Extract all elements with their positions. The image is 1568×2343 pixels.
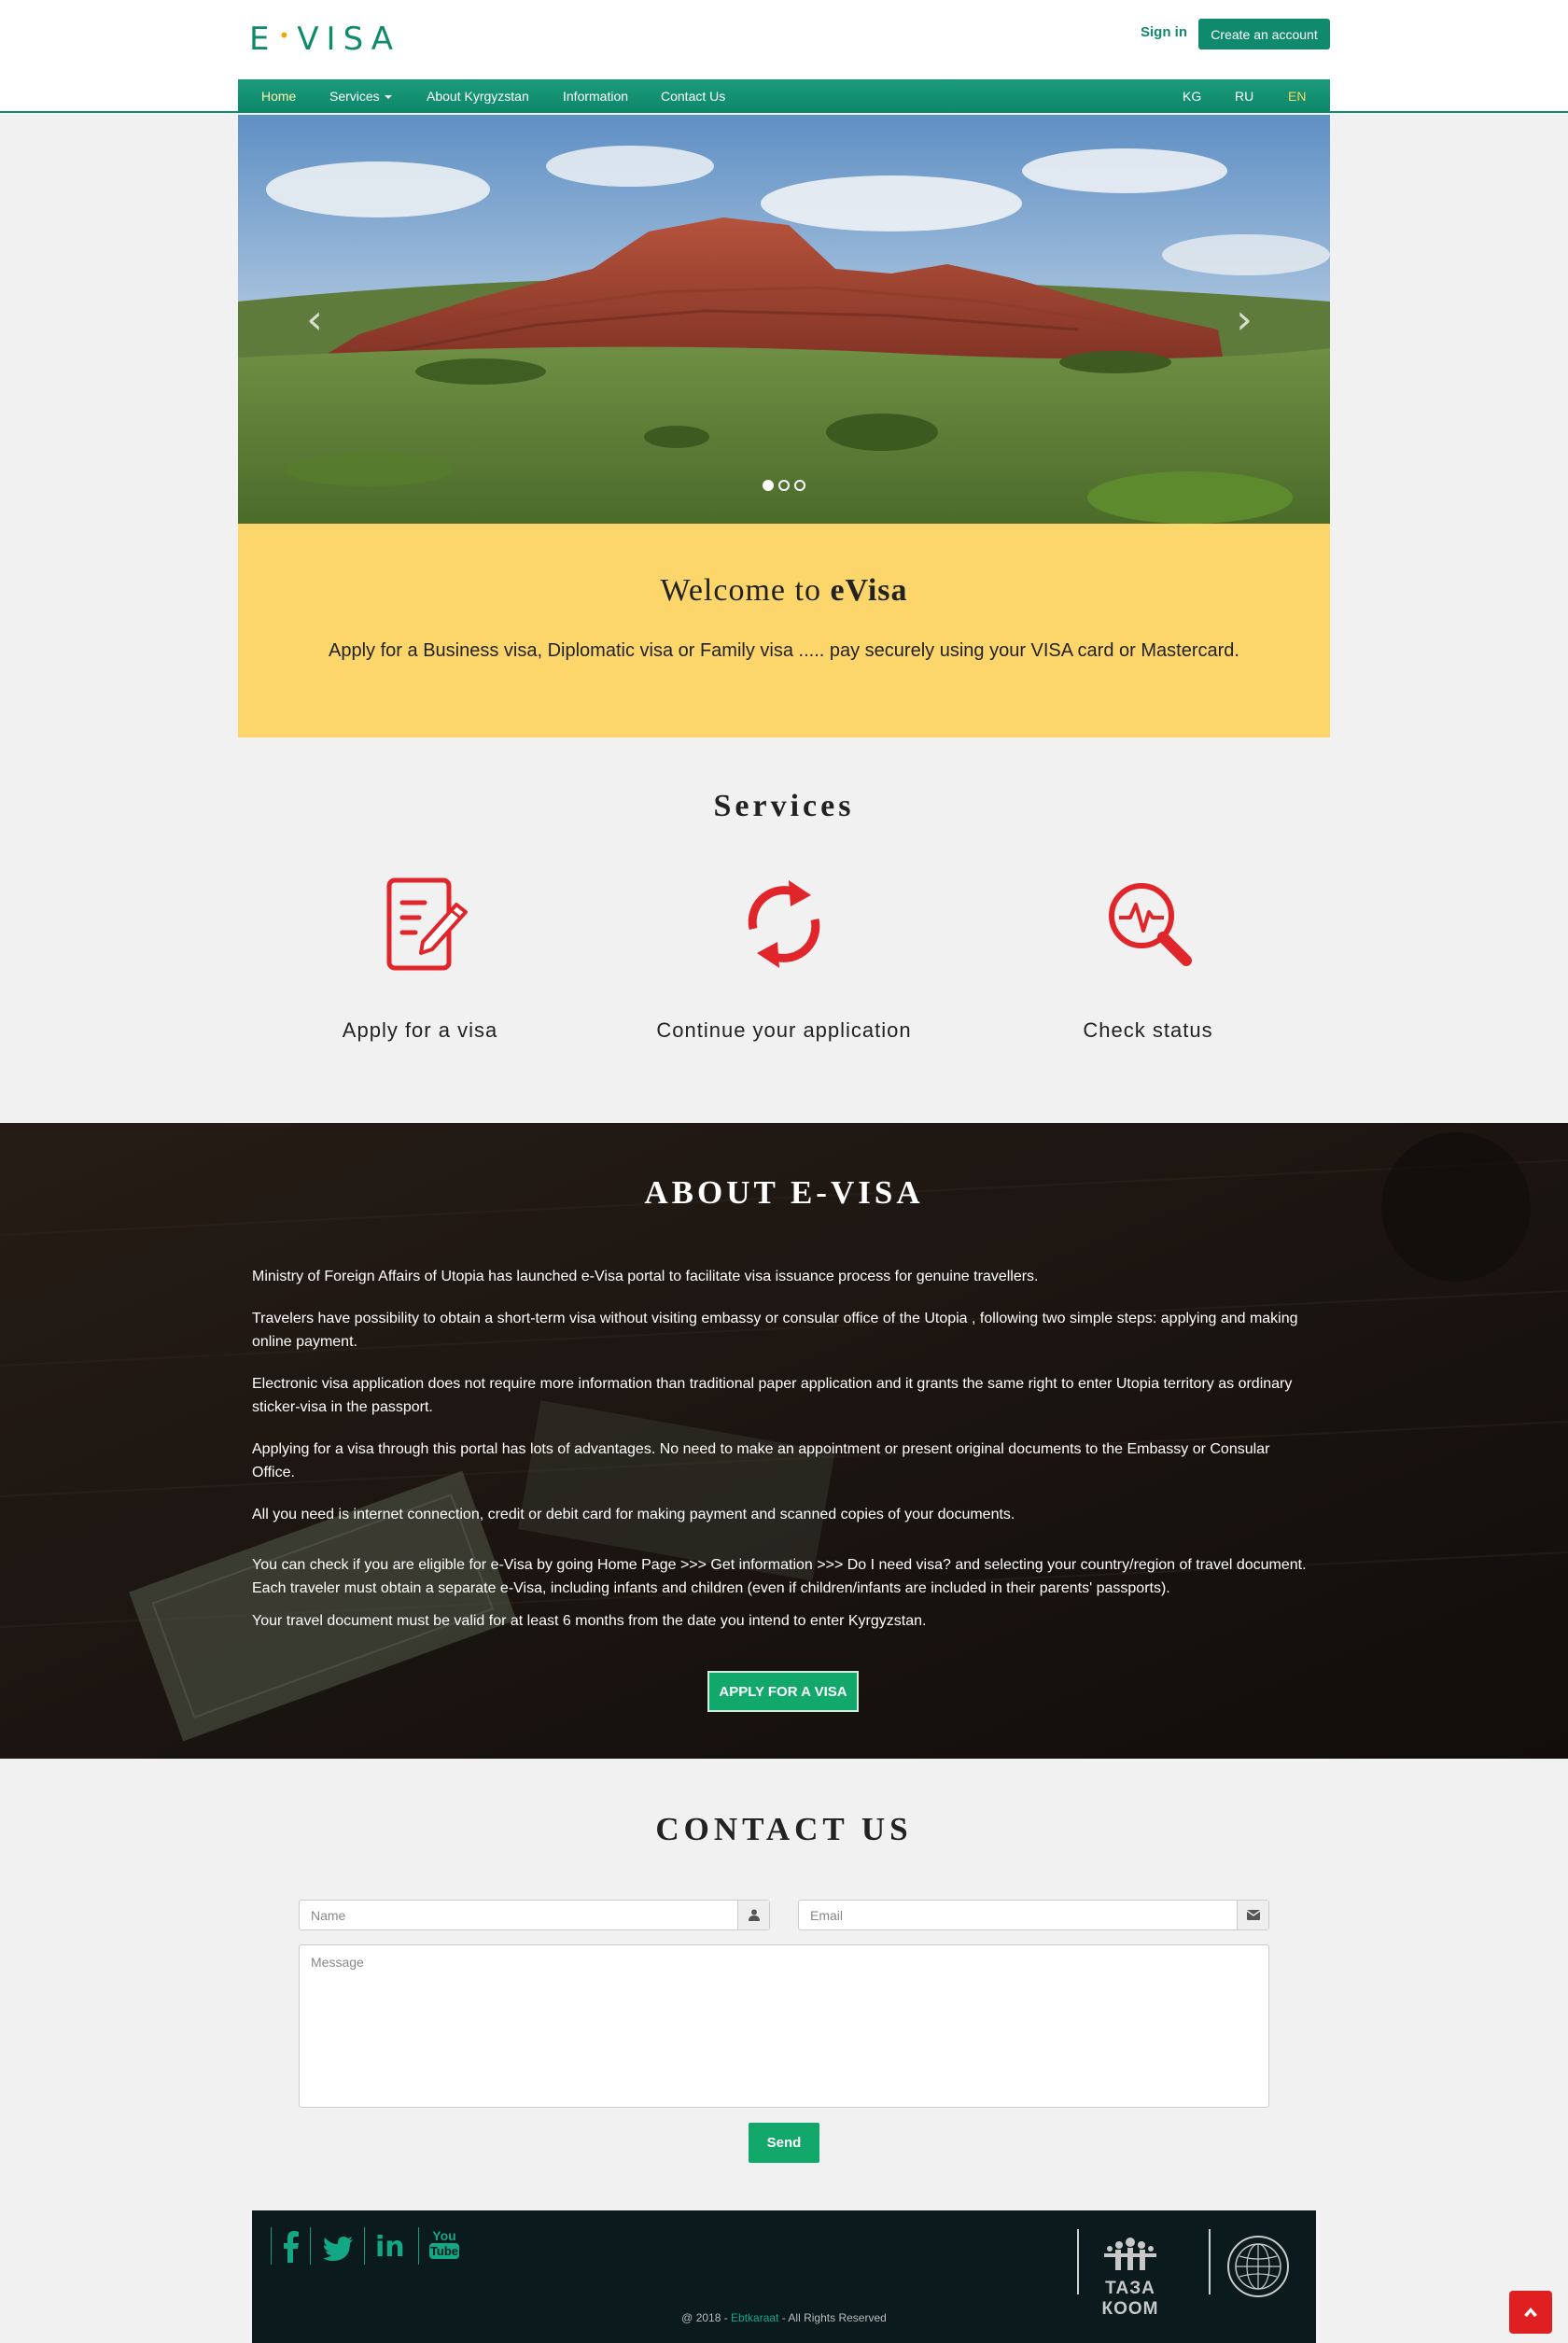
nav-services[interactable]: Services bbox=[329, 89, 392, 104]
copyright-text: @ 2018 - Ebtkaraat - All Rights Reserved bbox=[681, 2311, 887, 2324]
message-textarea[interactable] bbox=[300, 1945, 1268, 2107]
carousel-dot-2[interactable] bbox=[778, 480, 790, 491]
nav-information[interactable]: Information bbox=[563, 89, 628, 104]
sign-in-link[interactable]: Sign in bbox=[1141, 24, 1187, 40]
site-footer: in You Tube ТАЗА КООМ @ 2018 - Ebtkaraat… bbox=[252, 2210, 1316, 2343]
email-field bbox=[798, 1900, 1269, 1930]
lang-kg[interactable]: KG bbox=[1183, 89, 1201, 104]
contact-title: CONTACT US bbox=[655, 1811, 913, 1847]
carousel-indicators bbox=[763, 480, 805, 491]
evisa-logo[interactable]: E •VISA bbox=[249, 21, 400, 58]
send-button[interactable]: Send bbox=[749, 2123, 819, 2163]
service-label: Continue your application bbox=[656, 1018, 912, 1042]
hero-landscape-image bbox=[238, 115, 1330, 524]
about-section: ABOUT E-VISA Ministry of Foreign Affairs… bbox=[0, 1123, 1568, 1759]
about-paragraph: Electronic visa application does not req… bbox=[252, 1376, 1293, 1415]
about-paragraph: Ministry of Foreign Affairs of Utopia ha… bbox=[252, 1269, 1039, 1284]
welcome-text: Apply for a Business visa, Diplomatic vi… bbox=[329, 640, 1239, 661]
youtube-icon-top: You bbox=[432, 2228, 456, 2243]
email-input[interactable] bbox=[799, 1901, 1268, 1929]
name-input[interactable] bbox=[300, 1901, 769, 1929]
service-label: Apply for a visa bbox=[342, 1018, 498, 1042]
nav-home[interactable]: Home bbox=[261, 89, 296, 104]
social-divider bbox=[364, 2227, 365, 2265]
caret-down-icon bbox=[384, 95, 392, 100]
about-paragraph: Applying for a visa through this portal … bbox=[252, 1441, 1270, 1480]
carousel-next-icon[interactable]: › bbox=[1225, 300, 1263, 341]
about-paragraph: You can check if you are eligible for e-… bbox=[252, 1557, 1307, 1596]
name-field bbox=[299, 1900, 770, 1930]
message-field bbox=[299, 1944, 1269, 2108]
nav-contact-us[interactable]: Contact Us bbox=[661, 89, 725, 104]
chevron-up-icon bbox=[1524, 2308, 1537, 2317]
taza-koom-logo[interactable]: ТАЗА КООМ bbox=[1085, 2237, 1176, 2319]
service-check-status[interactable]: Check status bbox=[1008, 873, 1288, 1043]
copyright-link[interactable]: Ebtkaraat bbox=[731, 2311, 778, 2324]
document-edit-icon bbox=[386, 877, 468, 971]
user-icon bbox=[737, 1901, 769, 1929]
facebook-icon[interactable] bbox=[284, 2231, 299, 2263]
search-pulse-icon bbox=[1109, 883, 1192, 966]
create-account-button[interactable]: Create an account bbox=[1198, 19, 1330, 49]
nav-services-label: Services bbox=[329, 89, 380, 104]
social-divider bbox=[418, 2227, 419, 2265]
main-navbar: Home Services About Kyrgyzstan Informati… bbox=[238, 79, 1330, 113]
youtube-icon[interactable]: You Tube bbox=[429, 2229, 459, 2259]
welcome-title: Welcome to eVisa bbox=[660, 573, 908, 608]
about-paragraph: Travelers have possibility to obtain a s… bbox=[252, 1311, 1298, 1350]
service-label: Check status bbox=[1083, 1018, 1213, 1042]
hero-carousel[interactable]: ‹ › bbox=[238, 115, 1330, 524]
lang-ru[interactable]: RU bbox=[1235, 89, 1253, 104]
nav-about-kyrgyzstan[interactable]: About Kyrgyzstan bbox=[427, 89, 529, 104]
carousel-prev-icon[interactable]: ‹ bbox=[296, 300, 333, 341]
taza-koom-emblem-icon bbox=[1104, 2238, 1156, 2270]
about-title: ABOUT E-VISA bbox=[644, 1174, 924, 1211]
welcome-banner: Welcome to eVisa Apply for a Business vi… bbox=[238, 524, 1330, 737]
twitter-icon[interactable] bbox=[323, 2237, 353, 2261]
envelope-icon bbox=[1237, 1901, 1268, 1929]
services-title: Services bbox=[713, 789, 855, 823]
carousel-dot-1[interactable] bbox=[763, 480, 774, 491]
about-paragraph: All you need is internet connection, cre… bbox=[252, 1507, 1015, 1522]
social-divider bbox=[271, 2227, 272, 2265]
refresh-icon bbox=[748, 880, 820, 968]
about-paragraph: Your travel document must be valid for a… bbox=[252, 1613, 927, 1629]
service-apply-visa[interactable]: Apply for a visa bbox=[280, 873, 560, 1043]
government-seal-icon bbox=[1227, 2236, 1289, 2297]
service-continue-application[interactable]: Continue your application bbox=[644, 873, 924, 1043]
back-to-top-button[interactable] bbox=[1509, 2291, 1552, 2334]
youtube-icon-bottom: Tube bbox=[429, 2243, 459, 2259]
social-divider bbox=[310, 2227, 311, 2265]
lang-en[interactable]: EN bbox=[1288, 89, 1306, 104]
linkedin-icon[interactable]: in bbox=[375, 2231, 405, 2264]
footer-divider bbox=[1209, 2229, 1211, 2294]
apply-for-visa-button[interactable]: APPLY FOR A VISA bbox=[707, 1671, 859, 1712]
footer-divider bbox=[1077, 2229, 1079, 2294]
carousel-dot-3[interactable] bbox=[794, 480, 805, 491]
